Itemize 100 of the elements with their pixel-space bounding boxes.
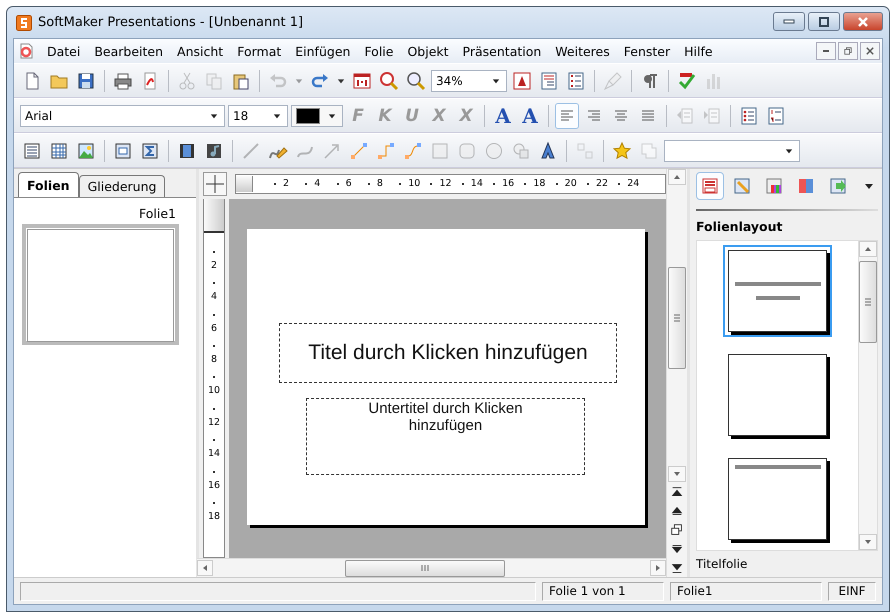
menu-item[interactable]: Datei bbox=[40, 44, 88, 58]
numbered-list-icon bbox=[766, 106, 786, 126]
pane-heading: Folienlayout bbox=[696, 219, 784, 234]
line-icon bbox=[241, 140, 261, 160]
slide-thumbnail[interactable] bbox=[22, 224, 179, 345]
menu-item[interactable]: Objekt bbox=[400, 44, 456, 58]
close-button[interactable] bbox=[843, 12, 883, 31]
right-arrow-icon bbox=[656, 565, 660, 571]
indent-icon bbox=[702, 106, 722, 126]
align-left-button[interactable] bbox=[555, 102, 579, 128]
circle-icon bbox=[484, 140, 504, 160]
character-format-icon bbox=[512, 70, 532, 90]
numbering-format-icon bbox=[566, 70, 586, 90]
printer-icon bbox=[113, 70, 133, 90]
scissors-icon bbox=[177, 70, 197, 90]
layout-icon bbox=[700, 176, 720, 196]
font-size-button[interactable]: A bbox=[518, 102, 542, 128]
combo-box[interactable]: 34% bbox=[431, 70, 507, 92]
combo-box[interactable]: 18 bbox=[228, 104, 288, 126]
maximize-button[interactable] bbox=[808, 12, 840, 31]
horizontal-scrollbar[interactable] bbox=[197, 558, 666, 577]
combo-box[interactable]: Arial bbox=[20, 104, 225, 126]
font-size-button[interactable]: A bbox=[491, 102, 515, 128]
menu-item[interactable]: Einfügen bbox=[288, 44, 358, 58]
indent-marker[interactable] bbox=[236, 176, 253, 192]
transition-icon bbox=[828, 176, 848, 196]
menu-item[interactable]: Folie bbox=[357, 44, 400, 58]
ruler-corner bbox=[203, 172, 227, 196]
image-icon bbox=[76, 140, 96, 160]
up-arrow-icon bbox=[865, 247, 871, 251]
caret-icon bbox=[273, 112, 281, 120]
ruler-number: 8 bbox=[210, 355, 218, 365]
menu-item[interactable]: Weiteres bbox=[548, 44, 617, 58]
ruler-number: 2 bbox=[283, 179, 290, 189]
layout-name: Titelfolie bbox=[696, 556, 748, 573]
ruler-number: 8 bbox=[376, 179, 383, 189]
grip-icon bbox=[421, 565, 429, 571]
caret-icon bbox=[785, 146, 793, 154]
close-document-button[interactable] bbox=[860, 42, 880, 60]
design-icon bbox=[732, 176, 752, 196]
left-arrow-icon bbox=[203, 565, 207, 571]
minimize-icon bbox=[823, 50, 829, 52]
panel-tab[interactable]: Folien bbox=[18, 172, 79, 197]
close-icon bbox=[858, 16, 868, 26]
menu-item[interactable]: Präsentation bbox=[456, 44, 548, 58]
status-field: Folie1 bbox=[670, 582, 822, 600]
shapes-icon bbox=[511, 140, 531, 160]
menu-item[interactable]: Format bbox=[230, 44, 288, 58]
menu-item[interactable]: Bearbeiten bbox=[87, 44, 170, 58]
menu-item[interactable]: Ansicht bbox=[170, 44, 230, 58]
ruler-handle[interactable] bbox=[204, 199, 224, 233]
menu-item[interactable]: Fenster bbox=[616, 44, 678, 58]
document-icon[interactable] bbox=[18, 43, 34, 59]
caret-icon[interactable] bbox=[864, 181, 874, 191]
ruler-number: 24 bbox=[627, 179, 640, 189]
ruler-number: 6 bbox=[210, 324, 218, 334]
app-logo-icon bbox=[16, 14, 32, 30]
subtitle-placeholder[interactable]: Untertitel durch Klicken hinzufügen bbox=[306, 398, 585, 475]
bullet-list-icon bbox=[739, 106, 759, 126]
table-icon bbox=[49, 140, 69, 160]
status-field: Folie 1 von 1 bbox=[542, 582, 664, 600]
copy-icon bbox=[204, 70, 224, 90]
color-scheme-icon bbox=[764, 176, 784, 196]
down-arrow-icon bbox=[674, 472, 680, 476]
menu-item[interactable]: Hilfe bbox=[677, 44, 720, 58]
formula-icon bbox=[140, 140, 160, 160]
caret-icon bbox=[337, 76, 345, 84]
ruler-number: 12 bbox=[208, 418, 220, 428]
minimize-button[interactable] bbox=[773, 12, 805, 31]
brush-icon bbox=[603, 70, 623, 90]
ruler-number: 16 bbox=[208, 480, 220, 490]
group-icon bbox=[575, 140, 595, 160]
actual-size-icon bbox=[352, 70, 372, 90]
first-slide-icon bbox=[670, 484, 684, 498]
vertical-scrollbar[interactable] bbox=[667, 169, 687, 482]
status-field: EINF bbox=[828, 582, 876, 600]
maximize-icon bbox=[819, 16, 829, 26]
ruler-number: 18 bbox=[533, 179, 546, 189]
ruler-number: 20 bbox=[564, 179, 577, 189]
restore-document-button[interactable] bbox=[838, 42, 858, 60]
ruler-number: 16 bbox=[502, 179, 514, 189]
ruler-number: 10 bbox=[408, 179, 420, 189]
frame-icon bbox=[639, 140, 659, 160]
color-picker[interactable] bbox=[291, 104, 343, 126]
rectangle-icon bbox=[430, 140, 450, 160]
layout-tab[interactable] bbox=[696, 172, 724, 200]
title-placeholder[interactable]: Titel durch Klicken hinzufügen bbox=[279, 323, 617, 383]
rounded-rectangle-icon bbox=[457, 140, 477, 160]
panel-tab[interactable]: Gliederung bbox=[78, 175, 166, 197]
ruler-number: 22 bbox=[596, 179, 608, 189]
object-icon bbox=[113, 140, 133, 160]
minimize-document-button[interactable] bbox=[816, 42, 836, 60]
star-icon bbox=[612, 140, 632, 160]
ruler-number: 10 bbox=[208, 386, 220, 396]
layout-option[interactable] bbox=[723, 245, 832, 337]
outdent-icon bbox=[675, 106, 695, 126]
ruler-number: 14 bbox=[470, 179, 483, 189]
vertical-scrollbar[interactable] bbox=[858, 241, 877, 550]
zoom-fit-icon bbox=[379, 70, 399, 90]
ruler-number: 6 bbox=[346, 179, 352, 189]
